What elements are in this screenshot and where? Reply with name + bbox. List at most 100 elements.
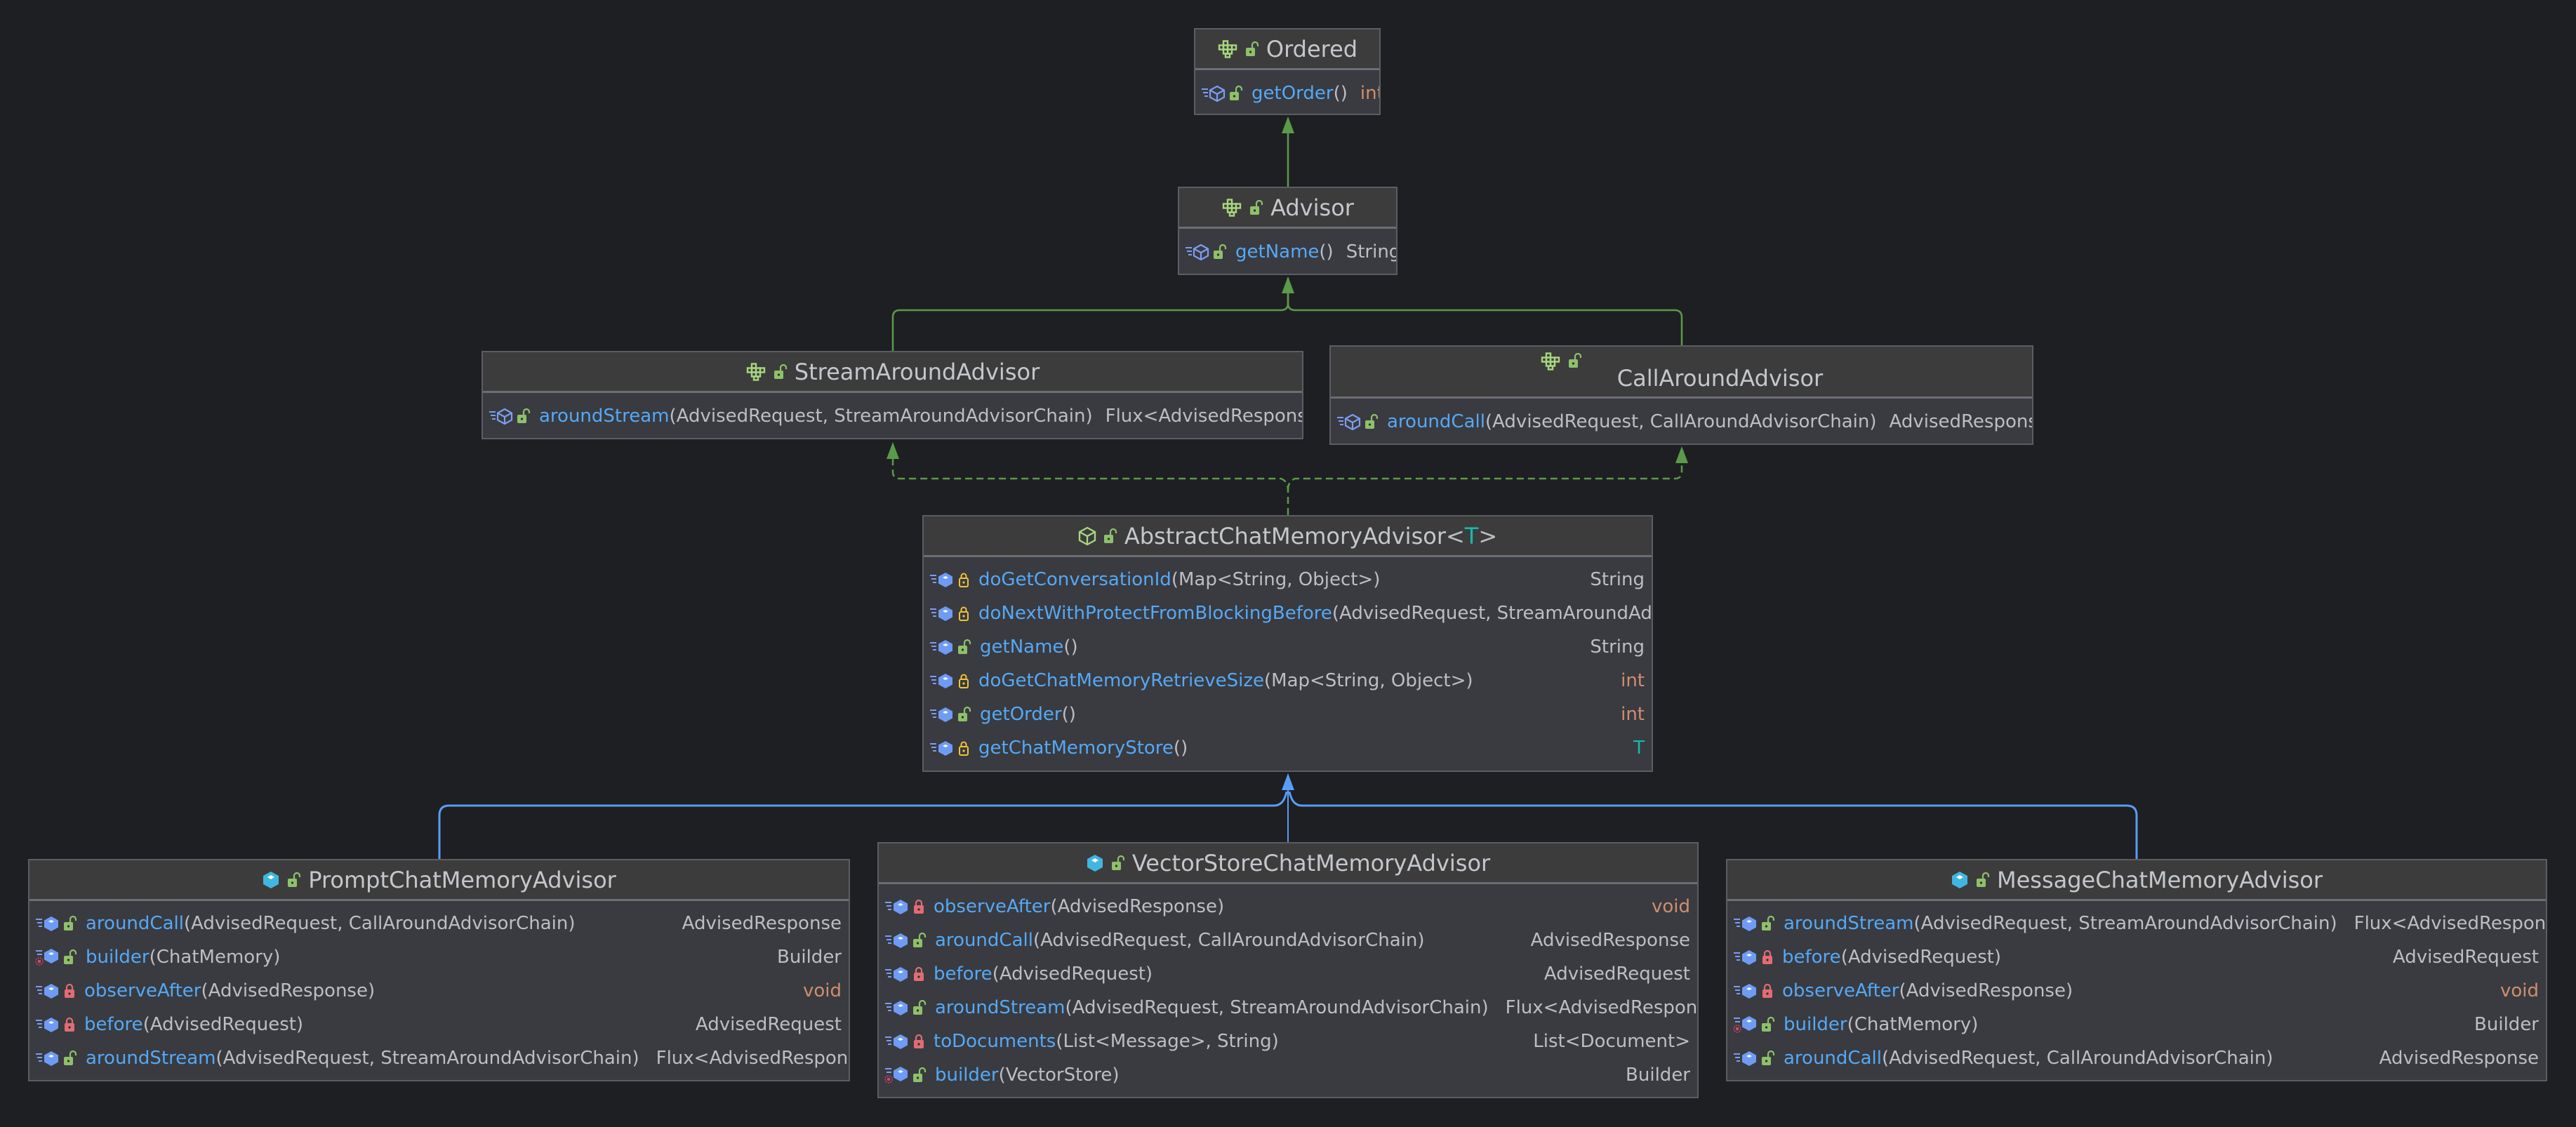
method-icons — [1201, 84, 1243, 102]
arrowhead-stream-around — [887, 442, 899, 459]
method-row[interactable]: getOrder() int — [924, 698, 1652, 731]
method-row[interactable]: builder (ChatMemory) Builder — [1727, 1008, 2546, 1041]
static-method-icon — [884, 1065, 910, 1085]
method-icon — [929, 672, 955, 690]
method-name: aroundCall — [1387, 411, 1485, 432]
method-row[interactable]: aroundStream (AdvisedRequest, StreamAroun… — [29, 1041, 849, 1075]
method-icons — [929, 638, 971, 656]
uml-node-abstract-chat-memory-advisor[interactable]: AbstractChatMemoryAdvisor<T> doGetConver… — [922, 515, 1653, 772]
method-icons — [1733, 982, 1774, 1000]
method-row[interactable]: aroundCall (AdvisedRequest, CallAroundAdv… — [1331, 404, 2032, 439]
abstract-method-icon — [1336, 413, 1362, 431]
method-name: before — [84, 1014, 143, 1035]
generic-close: > — [1478, 522, 1498, 549]
method-row[interactable]: observeAfter (AdvisedResponse) void — [1727, 974, 2546, 1008]
method-return-type: AdvisedResponse — [2379, 1048, 2539, 1069]
class-icon — [262, 870, 280, 890]
method-row[interactable]: toDocuments (List<Message>, String) List<D… — [879, 1025, 1697, 1058]
method-return-type: AdvisedResponse — [1889, 411, 2033, 432]
method-return-type: Flux<AdvisedResponse> — [656, 1048, 849, 1069]
uml-node-advisor[interactable]: Advisor getName() String — [1178, 187, 1397, 275]
method-params: (AdvisedRequest) — [142, 1014, 304, 1035]
method-row[interactable]: builder (VectorStore) Builder — [879, 1058, 1697, 1092]
methods-list: aroundCall (AdvisedRequest, CallAroundAdv… — [29, 901, 849, 1080]
method-return-type: Builder — [1626, 1065, 1690, 1086]
method-icon — [884, 999, 910, 1017]
abstract-method-icon — [489, 407, 514, 425]
methods-list: aroundStream (AdvisedRequest, StreamAroun… — [1727, 901, 2546, 1080]
public-lock-icon — [1213, 244, 1227, 260]
method-name: aroundStream — [86, 1048, 216, 1069]
method-row[interactable]: aroundCall (AdvisedRequest, CallAroundAdv… — [1727, 1041, 2546, 1075]
method-icons — [1733, 1015, 1775, 1034]
method-icons — [35, 1015, 76, 1034]
method-row[interactable]: builder (ChatMemory) Builder — [29, 940, 849, 974]
method-row[interactable]: aroundCall (AdvisedRequest, CallAroundAdv… — [29, 907, 849, 940]
node-title: VectorStoreChatMemoryAdvisor — [1131, 849, 1491, 876]
methods-list: aroundStream (AdvisedRequest, StreamAroun… — [483, 393, 1302, 438]
uml-node-call-around-advisor[interactable]: CallAroundAdvisor aroundCall (AdvisedRequ… — [1329, 345, 2033, 445]
method-return-type: void — [802, 980, 842, 1001]
method-icon — [884, 1032, 910, 1051]
methods-list: doGetConversationId (Map<String, Object>)… — [924, 557, 1652, 771]
method-name: aroundStream — [1784, 913, 1914, 934]
node-title-text: AbstractChatMemoryAdvisor — [1124, 522, 1446, 549]
method-name: observeAfter — [1782, 980, 1899, 1001]
methods-list: getOrder() int — [1195, 70, 1379, 114]
method-name: aroundStream — [539, 406, 670, 427]
uml-node-ordered[interactable]: Ordered getOrder() int — [1194, 28, 1381, 115]
uml-node-vector-store-chat-memory-advisor[interactable]: VectorStoreChatMemoryAdvisor observeAfte… — [877, 842, 1699, 1098]
method-return-type: Flux<AdvisedResponse> — [1505, 997, 1698, 1018]
method-row[interactable]: getOrder() int — [1195, 76, 1379, 111]
method-return-type: String — [1590, 569, 1645, 590]
node-title: MessageChatMemoryAdvisor — [1996, 866, 2323, 893]
method-row[interactable]: before (AdvisedRequest) AdvisedRequest — [879, 957, 1697, 991]
method-name: getOrder — [980, 704, 1062, 725]
method-row[interactable]: getName() String — [924, 630, 1652, 664]
method-row[interactable]: observeAfter (AdvisedResponse) void — [29, 974, 849, 1008]
method-params: (List<Message>, String) — [1056, 1031, 1279, 1052]
uml-node-prompt-chat-memory-advisor[interactable]: PromptChatMemoryAdvisor aroundCall (Advis… — [28, 859, 850, 1081]
public-lock-icon — [912, 999, 927, 1016]
method-return-type: List<Document> — [1533, 1031, 1690, 1052]
private-lock-icon — [63, 982, 76, 999]
method-icon — [884, 931, 910, 949]
uml-node-message-chat-memory-advisor[interactable]: MessageChatMemoryAdvisor aroundStream (Ad… — [1726, 859, 2547, 1081]
method-row[interactable]: doNextWithProtectFromBlockingBefore (Advi… — [924, 596, 1652, 630]
method-icons — [35, 1049, 77, 1067]
method-row[interactable]: doGetChatMemoryRetrieveSize (Map<String, … — [924, 664, 1652, 698]
abstract-method-icon — [1185, 243, 1210, 261]
method-name: observeAfter — [84, 980, 201, 1001]
public-lock-icon — [912, 932, 927, 949]
method-name: doGetChatMemoryRetrieveSize — [978, 670, 1264, 691]
private-lock-icon — [63, 1016, 76, 1033]
method-name: getName — [1235, 241, 1320, 262]
protected-lock-icon — [957, 740, 970, 756]
edge-abstract-implements-stream-around — [891, 459, 1289, 515]
method-params: (AdvisedRequest, StreamAroundAdvisorChai… — [215, 1048, 639, 1069]
method-row[interactable]: doGetConversationId (Map<String, Object>)… — [924, 563, 1652, 596]
public-lock-icon — [63, 1050, 77, 1067]
method-name: toDocuments — [934, 1031, 1056, 1052]
method-row[interactable]: before (AdvisedRequest) AdvisedRequest — [1727, 940, 2546, 974]
method-row[interactable]: aroundStream (AdvisedRequest, StreamAroun… — [483, 399, 1302, 434]
method-row[interactable]: getChatMemoryStore() T — [924, 731, 1652, 765]
method-params: (AdvisedRequest, StreamAroundAdvisorChai… — [669, 406, 1093, 427]
uml-node-stream-around-advisor[interactable]: StreamAroundAdvisor aroundStream (Advised… — [482, 351, 1303, 439]
arrowhead-abstract — [1282, 773, 1294, 790]
method-name: observeAfter — [934, 896, 1051, 917]
methods-list: observeAfter (AdvisedResponse) void around… — [879, 884, 1697, 1097]
private-lock-icon — [912, 966, 925, 982]
node-header: AbstractChatMemoryAdvisor<T> — [924, 516, 1652, 557]
method-row[interactable]: observeAfter (AdvisedResponse) void — [879, 890, 1697, 923]
method-row[interactable]: aroundStream (AdvisedRequest, StreamAroun… — [879, 991, 1697, 1025]
methods-list: aroundCall (AdvisedRequest, CallAroundAdv… — [1331, 399, 2032, 444]
method-row[interactable]: getName() String — [1179, 234, 1396, 269]
method-row[interactable]: aroundCall (AdvisedRequest, CallAroundAdv… — [879, 923, 1697, 957]
method-return-type: AdvisedRequest — [2392, 947, 2539, 968]
method-return-type: AdvisedRequest — [1543, 963, 1690, 985]
method-row[interactable]: before (AdvisedRequest) AdvisedRequest — [29, 1008, 849, 1041]
method-row[interactable]: aroundStream (AdvisedRequest, StreamAroun… — [1727, 907, 2546, 940]
private-lock-icon — [1761, 982, 1774, 999]
node-title: PromptChatMemoryAdvisor — [308, 866, 616, 893]
